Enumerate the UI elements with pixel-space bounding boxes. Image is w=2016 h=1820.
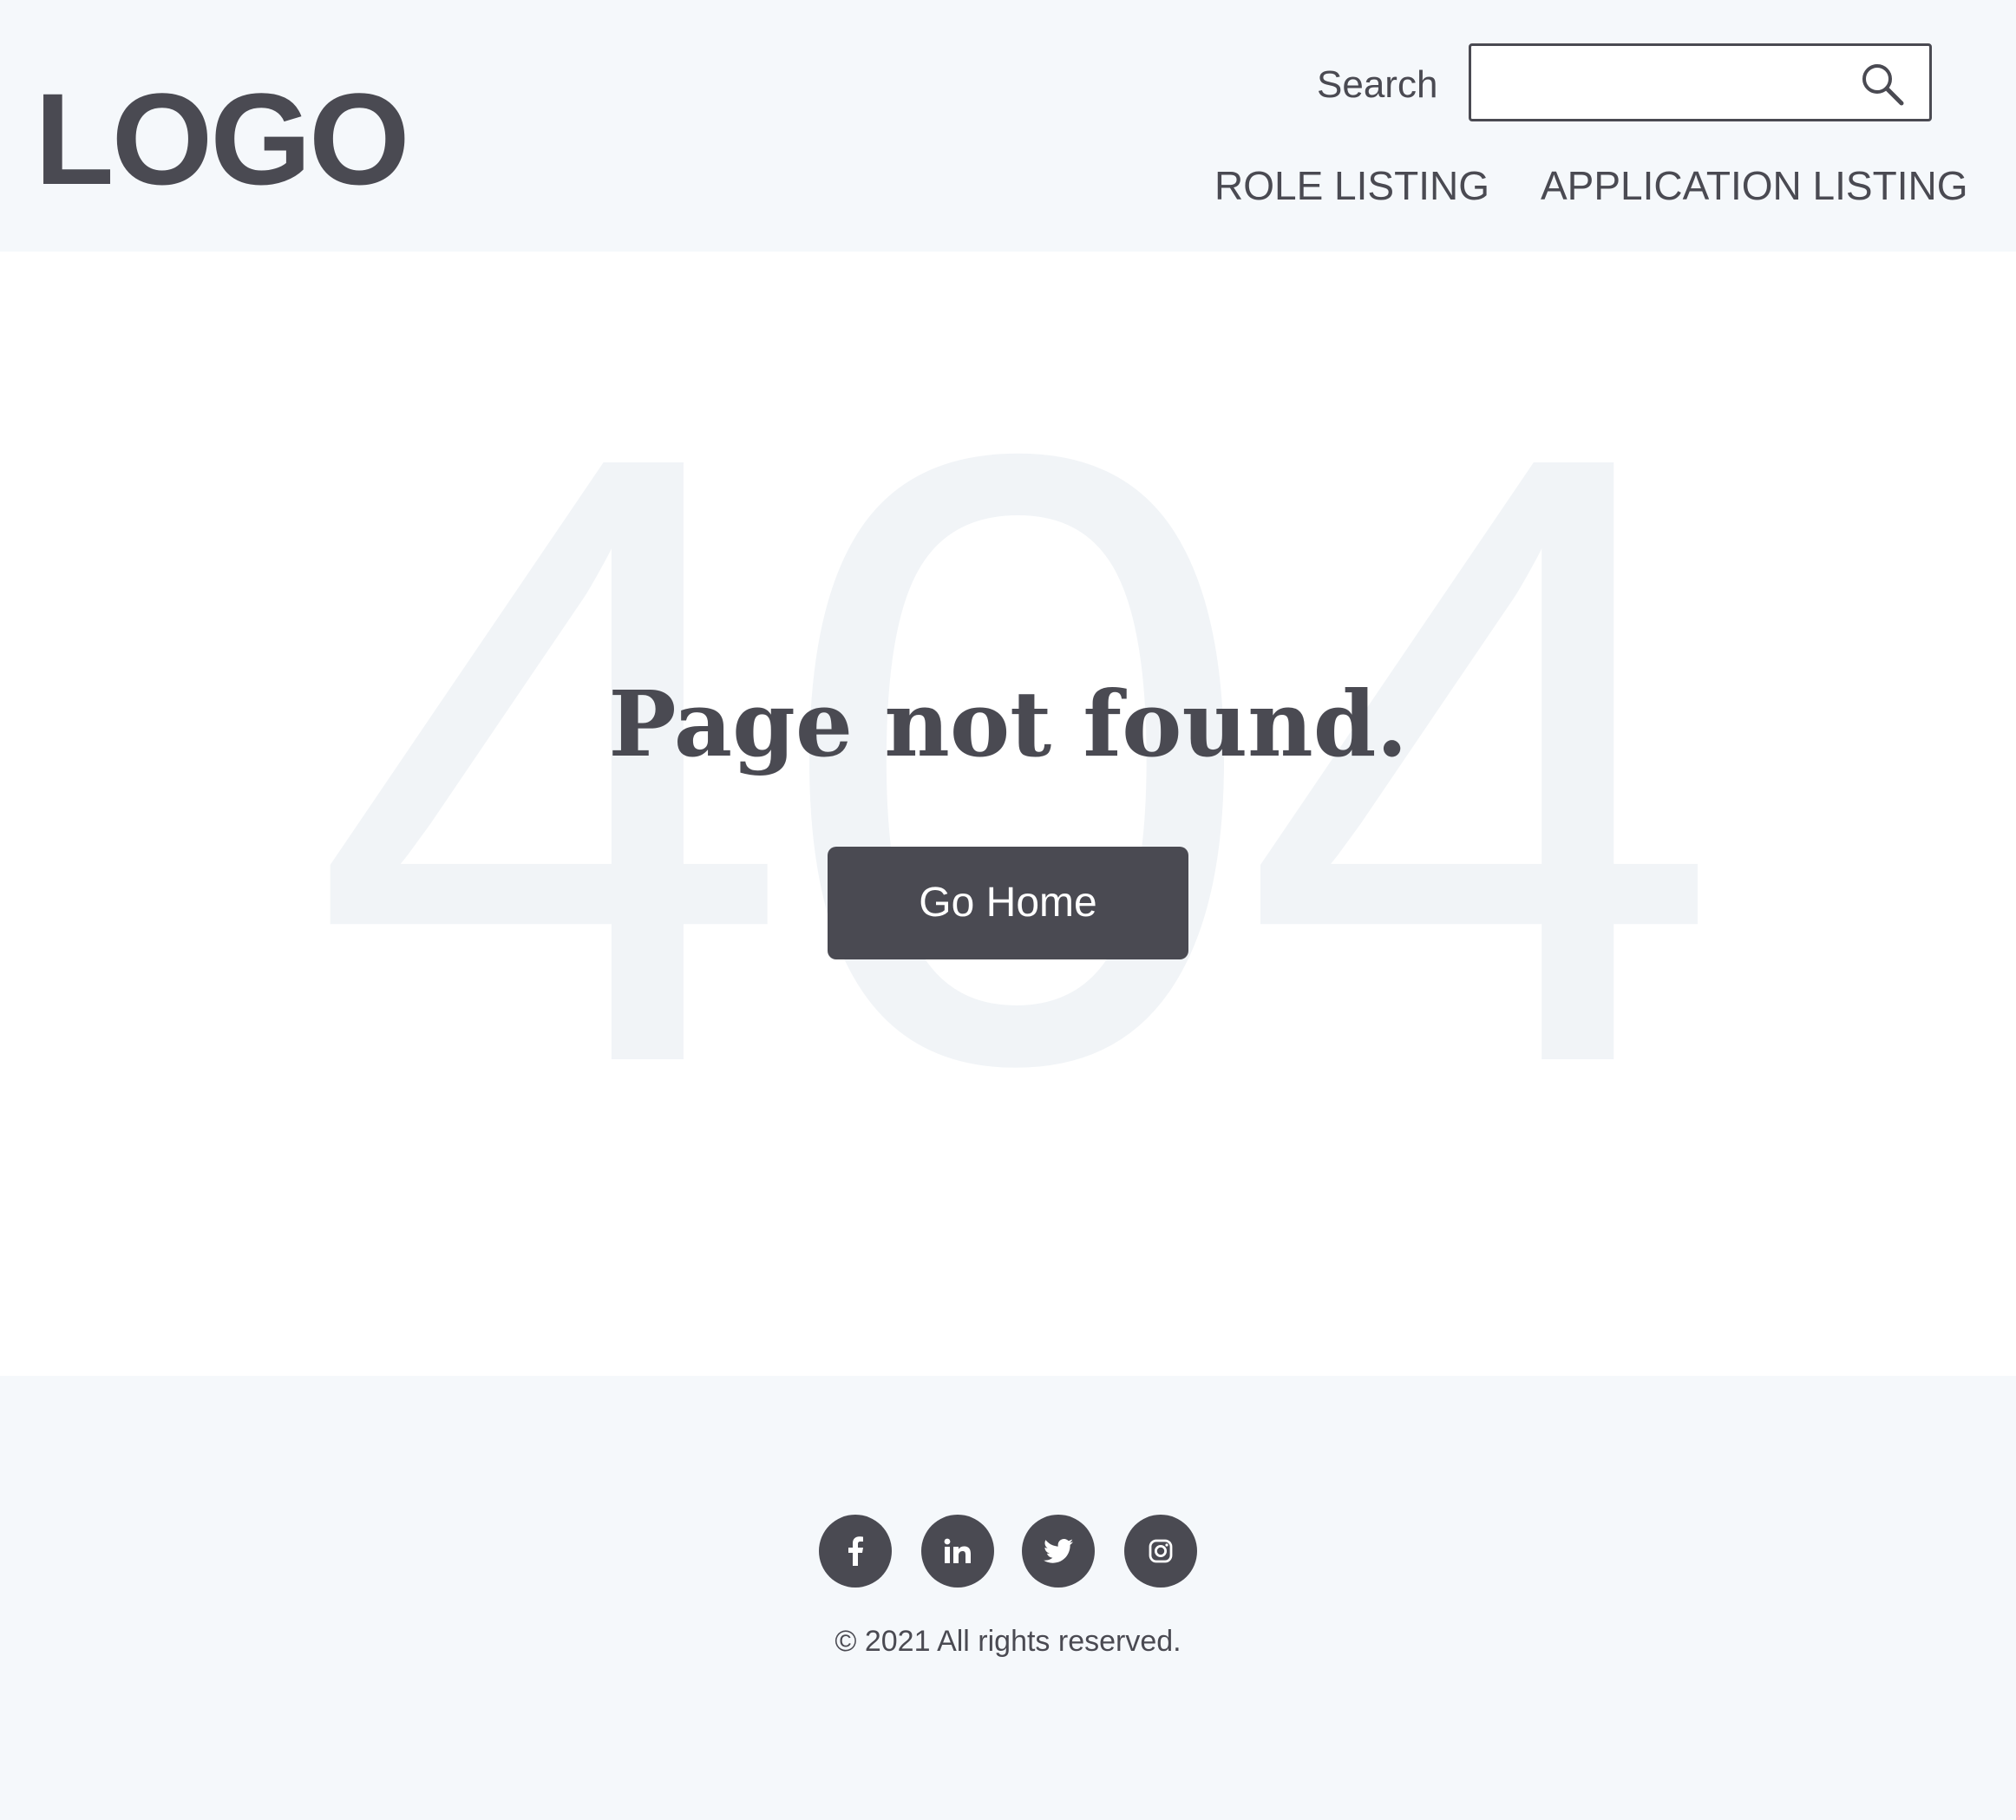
instagram-link[interactable] [1124, 1515, 1197, 1588]
nav-role-listing[interactable]: ROLE LISTING [1214, 161, 1489, 210]
site-footer: © 2021 All rights reserved. [0, 1376, 2016, 1820]
facebook-link[interactable] [819, 1515, 892, 1588]
search-label: Search [1317, 63, 1438, 106]
page-title: Page not found. [608, 671, 1408, 777]
nav-application-listing[interactable]: APPLICATION LISTING [1541, 161, 1967, 210]
go-home-button[interactable]: Go Home [828, 847, 1188, 959]
twitter-icon [1044, 1539, 1073, 1563]
search-box [1469, 43, 1932, 121]
copyright-text: © 2021 All rights reserved. [835, 1625, 1181, 1658]
instagram-icon [1149, 1539, 1173, 1563]
search-icon[interactable] [1860, 62, 1905, 107]
site-header: LOGO Search ROLE LISTING APPLICATION LIS… [0, 0, 2016, 252]
linkedin-icon [944, 1538, 972, 1564]
logo[interactable]: LOGO [35, 69, 410, 208]
twitter-link[interactable] [1022, 1515, 1095, 1588]
search-input[interactable] [1471, 46, 1853, 119]
linkedin-link[interactable] [921, 1515, 994, 1588]
main-content: 404 Page not found. Go Home [0, 252, 2016, 1376]
facebook-icon [848, 1536, 863, 1566]
